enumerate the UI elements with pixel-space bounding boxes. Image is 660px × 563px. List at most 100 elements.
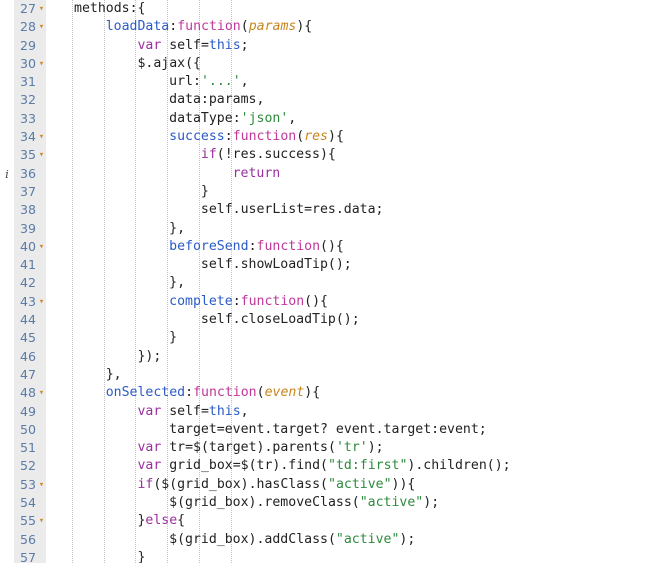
code-line[interactable]: 34 ▾ success:function(res){ <box>0 128 660 146</box>
code-line[interactable]: 31 url:'...', <box>0 73 660 91</box>
code-line[interactable]: 38 self.userList=res.data; <box>0 201 660 219</box>
code-token: "active" <box>335 531 400 547</box>
fold-toggle-icon[interactable]: ▾ <box>37 18 46 36</box>
code-token: } <box>200 183 209 199</box>
code-token: { <box>177 513 186 529</box>
code-text[interactable]: if(!res.success){ <box>201 146 336 164</box>
code-text[interactable]: methods:{ <box>74 0 145 18</box>
code-line[interactable]: 28 ▾ loadData:function(params){ <box>0 18 660 36</box>
code-text[interactable]: if($(grid_box).hasClass("active")){ <box>137 476 415 494</box>
info-marker-icon[interactable]: i <box>1 165 13 183</box>
fold-toggle-icon[interactable]: ▾ <box>37 146 46 164</box>
code-text[interactable]: }, <box>169 274 185 292</box>
code-text[interactable]: loadData:function(params){ <box>106 18 313 36</box>
code-line[interactable]: 52 var grid_box=$(tr).find("td:first").ch… <box>0 457 660 475</box>
code-token: ){ <box>296 19 313 35</box>
code-text[interactable]: complete:function(){ <box>169 293 328 311</box>
code-text[interactable]: $.ajax({ <box>137 55 201 73</box>
code-text[interactable]: var tr=$(target).parents('tr'); <box>137 439 383 457</box>
code-token: : <box>232 293 241 309</box>
code-token: : <box>232 110 241 126</box>
code-line[interactable]: 37} <box>0 183 660 201</box>
code-line[interactable]: 50 target=event.target? event.target:even… <box>0 421 660 439</box>
code-text[interactable]: dataType:'json', <box>169 110 296 128</box>
code-token: event <box>264 385 305 401</box>
code-token: self.closeLoadTip(); <box>200 312 360 328</box>
fold-toggle-icon[interactable]: ▾ <box>37 476 46 494</box>
code-line[interactable]: 42}, <box>0 274 660 292</box>
code-line[interactable]: i 36 return <box>0 165 660 183</box>
code-line[interactable]: 33 dataType:'json', <box>0 110 660 128</box>
line-number: 38 <box>19 202 36 218</box>
code-line[interactable]: 54 $(grid_box).removeClass("active"); <box>0 494 660 512</box>
code-token: ( <box>296 129 305 145</box>
code-line[interactable]: 39}, <box>0 220 660 238</box>
code-text[interactable]: } <box>137 549 145 563</box>
code-token: }, <box>169 275 186 291</box>
line-number: 39 <box>19 220 36 236</box>
code-token: ( <box>240 19 249 35</box>
code-line[interactable]: 47}, <box>0 366 660 384</box>
fold-toggle-icon[interactable]: ▾ <box>37 238 46 256</box>
code-text[interactable]: url:'...', <box>169 73 248 91</box>
code-text[interactable]: }, <box>106 366 122 384</box>
code-text[interactable]: } <box>201 183 209 201</box>
code-lines[interactable]: 27 ▾ methods:{28 ▾ loadData:function(params)… <box>0 0 660 563</box>
code-token: return <box>232 165 281 181</box>
code-line[interactable]: 55 ▾}else{ <box>0 512 660 530</box>
fold-toggle-icon[interactable]: ▾ <box>37 512 46 530</box>
code-text[interactable]: onSelected:function(event){ <box>106 384 320 402</box>
code-token: var <box>137 440 162 456</box>
code-text[interactable]: var self=this, <box>137 403 248 421</box>
code-text[interactable]: var self=this; <box>137 37 248 55</box>
code-token: else <box>145 513 178 529</box>
code-line[interactable]: 53 ▾ if($(grid_box).hasClass("active")){ <box>0 476 660 494</box>
code-text[interactable]: }, <box>169 220 185 238</box>
code-line[interactable]: 32 data:params, <box>0 91 660 109</box>
code-line[interactable]: 49 var self=this, <box>0 403 660 421</box>
fold-toggle-icon[interactable]: ▾ <box>37 0 46 18</box>
fold-toggle-icon[interactable]: ▾ <box>37 384 46 402</box>
code-line[interactable]: 35 ▾ if(!res.success){ <box>0 146 660 164</box>
line-number: 51 <box>19 440 36 456</box>
code-token: : <box>248 238 257 254</box>
fold-toggle-icon[interactable]: ▾ <box>37 128 46 146</box>
code-line[interactable]: 27 ▾ methods:{ <box>0 0 660 18</box>
code-text[interactable]: self.showLoadTip(); <box>201 256 352 274</box>
code-text[interactable]: target=event.target? event.target:event; <box>169 421 487 439</box>
code-text[interactable]: $(grid_box).removeClass("active"); <box>169 494 439 512</box>
code-token: dataType <box>169 110 233 126</box>
line-number: 33 <box>19 110 36 126</box>
code-text[interactable]: var grid_box=$(tr).find("td:first").chil… <box>137 457 510 475</box>
code-line[interactable]: 29 var self=this; <box>0 37 660 55</box>
code-text[interactable]: return <box>233 165 281 183</box>
code-text[interactable]: self.userList=res.data; <box>201 201 384 219</box>
code-line[interactable]: 44 self.closeLoadTip(); <box>0 311 660 329</box>
code-text[interactable]: } <box>169 329 177 347</box>
fold-toggle-icon[interactable]: ▾ <box>37 293 46 311</box>
code-text[interactable]: success:function(res){ <box>169 128 344 146</box>
code-text[interactable]: self.closeLoadTip(); <box>201 311 360 329</box>
code-line[interactable]: 51 var tr=$(target).parents('tr'); <box>0 439 660 457</box>
code-token: $(grid_box).removeClass( <box>169 495 360 511</box>
code-text[interactable]: }else{ <box>137 512 185 530</box>
fold-toggle-icon[interactable]: ▾ <box>37 55 46 73</box>
code-line[interactable]: 30 ▾ $.ajax({ <box>0 55 660 73</box>
code-line[interactable]: 56 $(grid_box).addClass("active"); <box>0 531 660 549</box>
code-text[interactable]: data:params, <box>169 91 264 109</box>
code-editor[interactable]: 27 ▾ methods:{28 ▾ loadData:function(params)… <box>0 0 660 563</box>
code-line[interactable]: 46}); <box>0 348 660 366</box>
code-text[interactable]: }); <box>137 348 161 366</box>
code-line[interactable]: 57} <box>0 549 660 563</box>
code-line[interactable]: 45} <box>0 329 660 347</box>
code-text[interactable]: $(grid_box).addClass("active"); <box>169 531 415 549</box>
code-token: self= <box>161 37 209 53</box>
code-line[interactable]: 41 self.showLoadTip(); <box>0 256 660 274</box>
line-number: 42 <box>19 275 36 291</box>
code-line[interactable]: 48 ▾ onSelected:function(event){ <box>0 384 660 402</box>
code-token: params <box>248 19 297 35</box>
code-line[interactable]: 40 ▾ beforeSend:function(){ <box>0 238 660 256</box>
code-text[interactable]: beforeSend:function(){ <box>169 238 344 256</box>
code-line[interactable]: 43 ▾ complete:function(){ <box>0 293 660 311</box>
code-token: methods <box>74 1 130 16</box>
